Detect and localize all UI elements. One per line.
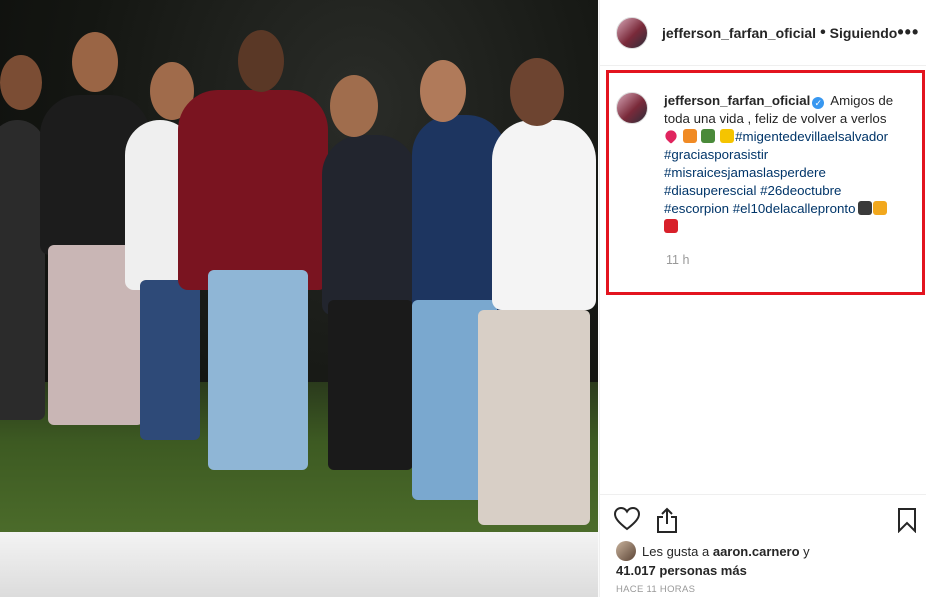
photo-margin: [0, 532, 598, 597]
person-1-head: [0, 55, 42, 110]
caption-text: jefferson_farfan_oficial ✓ Amigos de toda…: [663, 92, 906, 236]
sparkles-emoji: [720, 129, 735, 143]
likes-summary: Les gusta a aaron.carnero y 41.017 perso…: [616, 541, 810, 580]
more-icon[interactable]: •••: [897, 22, 919, 43]
person-7-legs: [478, 310, 590, 525]
liker-username[interactable]: aaron.carnero: [713, 544, 800, 559]
hashtag-link[interactable]: #escorpion: [664, 201, 729, 216]
share-icon[interactable]: [655, 507, 679, 533]
person-5: [322, 135, 417, 315]
fries-emoji: [872, 201, 887, 215]
person-7: [492, 120, 596, 310]
person-4-legs: [208, 270, 308, 470]
bookmark-icon[interactable]: [897, 507, 917, 533]
drink-emoji: [664, 219, 678, 233]
caption-time[interactable]: 11 h: [666, 253, 689, 267]
heart-emoji: [663, 128, 679, 144]
liker-avatar[interactable]: [616, 541, 636, 561]
backpack-emoji: [857, 201, 872, 215]
action-bar: [600, 494, 926, 546]
author-username[interactable]: jefferson_farfan_oficial: [662, 25, 816, 41]
verified-icon: ✓: [812, 97, 825, 109]
person-4: [178, 90, 328, 290]
bottle-emoji: [701, 129, 716, 143]
person-5-legs: [328, 300, 413, 470]
hashtag-link[interactable]: #misraicesjamaslasperdere: [664, 165, 826, 180]
hashtag-link[interactable]: #graciasporasistir: [664, 147, 768, 162]
person-7-head: [510, 58, 564, 126]
likes-count[interactable]: 41.017 personas más: [616, 563, 747, 578]
post-side-panel: jefferson_farfan_oficial • Siguiendo •••…: [599, 0, 926, 597]
hashtag-link[interactable]: #diasuperescial: [664, 183, 756, 198]
person-1: [0, 120, 45, 420]
carrot-emoji: [682, 129, 697, 143]
post-photo[interactable]: [0, 0, 598, 532]
likes-prefix: Les gusta a: [642, 544, 710, 559]
hashtag-link[interactable]: #26deoctubre: [760, 183, 841, 198]
hashtag-link[interactable]: #migentedevillaelsalvador: [735, 129, 888, 144]
caption-username[interactable]: jefferson_farfan_oficial: [664, 93, 810, 108]
post-header: jefferson_farfan_oficial • Siguiendo •••: [600, 0, 926, 66]
header-separator: •: [820, 23, 826, 41]
author-avatar[interactable]: [616, 16, 648, 49]
person-2-head: [72, 32, 118, 92]
follow-status[interactable]: Siguiendo: [830, 25, 898, 41]
likes-connector: y: [803, 544, 810, 559]
person-3-legs: [140, 280, 200, 440]
hashtag-link[interactable]: #el10delacallepronto: [733, 201, 856, 216]
caption: jefferson_farfan_oficial ✓ Amigos de toda…: [616, 92, 906, 236]
person-5-head: [330, 75, 378, 137]
person-4-head: [238, 30, 284, 92]
heart-icon[interactable]: [614, 507, 640, 531]
post-timestamp[interactable]: HACE 11 HORAS: [616, 584, 695, 595]
person-6-head: [420, 60, 466, 122]
caption-avatar[interactable]: [616, 92, 648, 124]
